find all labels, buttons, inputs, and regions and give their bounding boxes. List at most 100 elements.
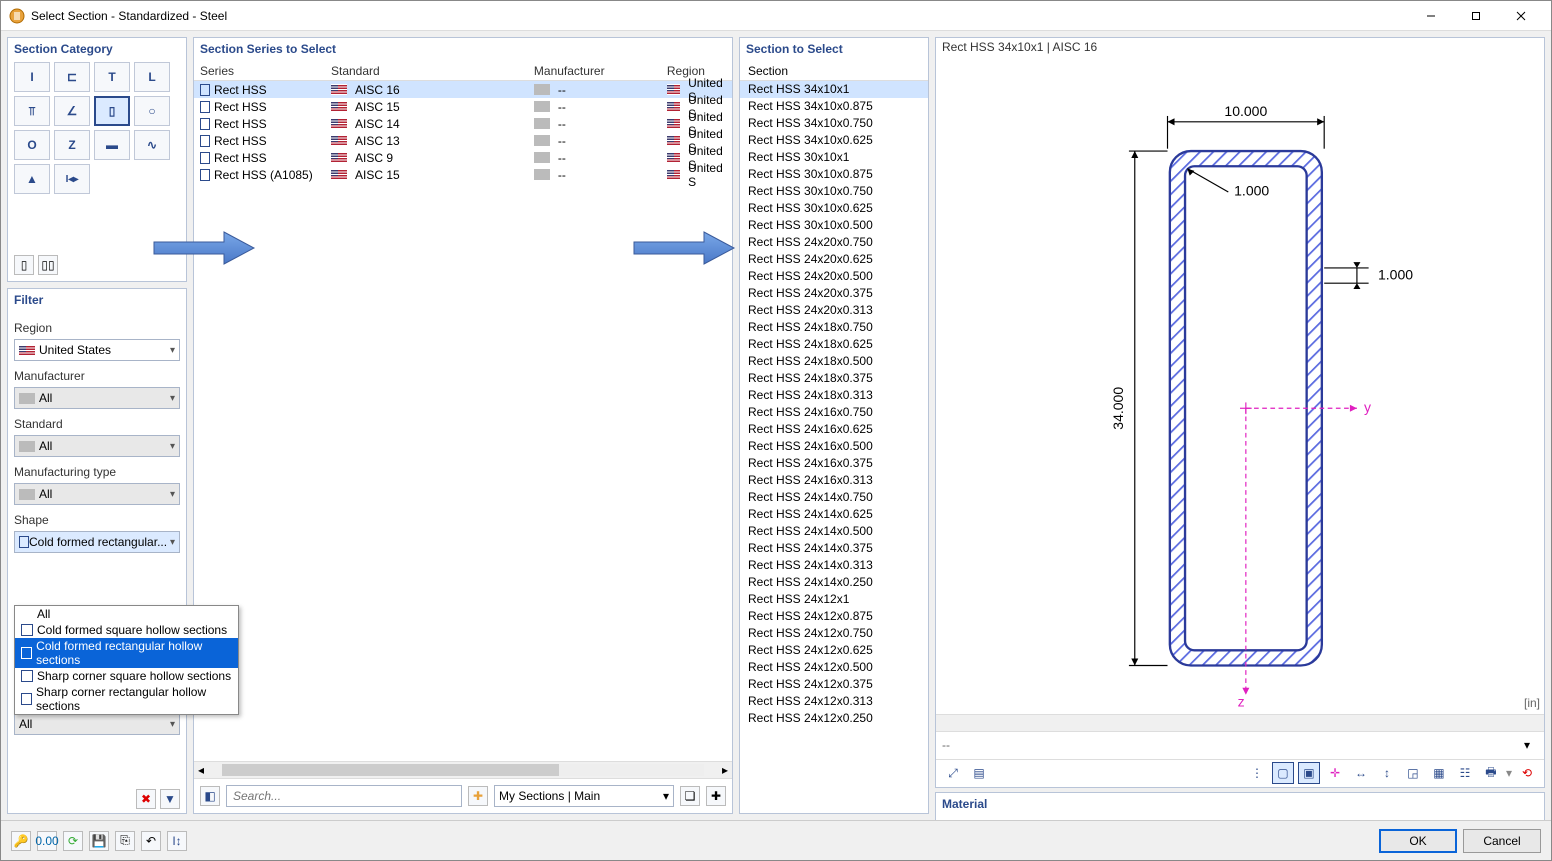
tb-show-outline-icon[interactable]: ▢ bbox=[1272, 762, 1294, 784]
section-item[interactable]: Rect HSS 24x16x0.313 bbox=[740, 472, 928, 489]
tb-orient-icon[interactable]: ⤢ bbox=[942, 762, 964, 784]
section-item[interactable]: Rect HSS 24x18x0.625 bbox=[740, 336, 928, 353]
cat-zee[interactable]: Z bbox=[54, 130, 90, 160]
cat-view-single-icon[interactable]: ▯ bbox=[14, 255, 34, 275]
shape-option[interactable]: Cold formed rectangular hollow sections bbox=[15, 638, 238, 668]
ok-button[interactable]: OK bbox=[1379, 829, 1457, 853]
section-item[interactable]: Rect HSS 24x18x0.750 bbox=[740, 319, 928, 336]
section-item[interactable]: Rect HSS 24x14x0.250 bbox=[740, 574, 928, 591]
section-item[interactable]: Rect HSS 24x12x0.313 bbox=[740, 693, 928, 710]
section-item[interactable]: Rect HSS 34x10x0.750 bbox=[740, 115, 928, 132]
section-item[interactable]: Rect HSS 30x10x1 bbox=[740, 149, 928, 166]
section-item[interactable]: Rect HSS 24x12x0.500 bbox=[740, 659, 928, 676]
section-item[interactable]: Rect HSS 24x14x0.313 bbox=[740, 557, 928, 574]
tb-reset-icon[interactable]: ⟲ bbox=[1516, 762, 1538, 784]
tb-dims-points-icon[interactable]: ⋮ bbox=[1246, 762, 1268, 784]
series-hscroll[interactable]: ◂▸ bbox=[194, 761, 732, 778]
ft-help-icon[interactable]: 🔑 bbox=[11, 831, 31, 851]
section-item[interactable]: Rect HSS 30x10x0.625 bbox=[740, 200, 928, 217]
shape-select[interactable]: Cold formed rectangular...▾ bbox=[14, 531, 180, 553]
section-item[interactable]: Rect HSS 30x10x0.750 bbox=[740, 183, 928, 200]
section-item[interactable]: Rect HSS 24x20x0.625 bbox=[740, 251, 928, 268]
fav-new-icon[interactable]: ✚ bbox=[706, 786, 726, 806]
series-row[interactable]: Rect HSS AISC 13 -- United S bbox=[194, 132, 732, 149]
section-item[interactable]: Rect HSS 24x18x0.375 bbox=[740, 370, 928, 387]
manufacturer-select[interactable]: All▾ bbox=[14, 387, 180, 409]
section-item[interactable]: Rect HSS 34x10x0.875 bbox=[740, 98, 928, 115]
standard-select[interactable]: All▾ bbox=[14, 435, 180, 457]
series-row[interactable]: Rect HSS AISC 14 -- United S bbox=[194, 115, 732, 132]
shape-option[interactable]: All bbox=[15, 606, 238, 622]
tb-print-icon[interactable]: 🖶 bbox=[1480, 762, 1502, 784]
series-tool-icon[interactable]: ◧ bbox=[200, 786, 220, 806]
cat-angle[interactable]: L bbox=[134, 62, 170, 92]
ft-undo-icon[interactable]: ↶ bbox=[141, 831, 161, 851]
section-item[interactable]: Rect HSS 24x18x0.500 bbox=[740, 353, 928, 370]
section-item[interactable]: Rect HSS 24x20x0.313 bbox=[740, 302, 928, 319]
maximize-button[interactable] bbox=[1453, 2, 1498, 30]
section-item[interactable]: Rect HSS 34x10x1 bbox=[740, 81, 928, 98]
cat-bulb[interactable]: ▲ bbox=[14, 164, 50, 194]
region-select[interactable]: United States▾ bbox=[14, 339, 180, 361]
section-item[interactable]: Rect HSS 24x16x0.500 bbox=[740, 438, 928, 455]
minimize-button[interactable] bbox=[1408, 2, 1453, 30]
ft-ibeam-icon[interactable]: I↕ bbox=[167, 831, 187, 851]
cat-channel[interactable]: ⊏ bbox=[54, 62, 90, 92]
ft-refresh-icon[interactable]: ⟳ bbox=[63, 831, 83, 851]
series-row[interactable]: Rect HSS AISC 15 -- United S bbox=[194, 98, 732, 115]
series-row[interactable]: Rect HSS (A1085) AISC 15 -- United S bbox=[194, 166, 732, 183]
section-item[interactable]: Rect HSS 24x16x0.750 bbox=[740, 404, 928, 421]
section-item[interactable]: Rect HSS 24x12x0.625 bbox=[740, 642, 928, 659]
section-list[interactable]: Rect HSS 34x10x1Rect HSS 34x10x0.875Rect… bbox=[740, 81, 928, 813]
section-item[interactable]: Rect HSS 24x12x0.750 bbox=[740, 625, 928, 642]
shape-option[interactable]: Sharp corner square hollow sections bbox=[15, 668, 238, 684]
close-button[interactable] bbox=[1498, 2, 1543, 30]
cat-corrugated[interactable]: ∿ bbox=[134, 130, 170, 160]
search-input[interactable] bbox=[226, 785, 462, 807]
section-item[interactable]: Rect HSS 24x12x0.375 bbox=[740, 676, 928, 693]
shape-option[interactable]: Cold formed square hollow sections bbox=[15, 622, 238, 638]
section-item[interactable]: Rect HSS 24x14x0.500 bbox=[740, 523, 928, 540]
my-sections-select[interactable]: My Sections | Main▾ bbox=[494, 785, 674, 807]
shape-option[interactable]: Sharp corner rectangular hollow sections bbox=[15, 684, 238, 714]
section-item[interactable]: Rect HSS 24x12x0.875 bbox=[740, 608, 928, 625]
tb-axes-icon[interactable]: ✛ bbox=[1324, 762, 1346, 784]
section-item[interactable]: Rect HSS 24x18x0.313 bbox=[740, 387, 928, 404]
cat-view-double-icon[interactable]: ▯▯ bbox=[38, 255, 58, 275]
series-row[interactable]: Rect HSS AISC 16 -- United S bbox=[194, 81, 732, 98]
section-item[interactable]: Rect HSS 24x16x0.375 bbox=[740, 455, 928, 472]
cat-i-beam[interactable]: I bbox=[14, 62, 50, 92]
cat-built-up[interactable]: I◂▸ bbox=[54, 164, 90, 194]
ft-copy-icon[interactable]: ⎘ bbox=[115, 831, 135, 851]
tb-show-section-icon[interactable]: ▣ bbox=[1298, 762, 1320, 784]
add-section-icon[interactable]: ✚ bbox=[468, 786, 488, 806]
section-note-select[interactable]: All▾ bbox=[14, 713, 180, 735]
tb-height-dim-icon[interactable]: ↕ bbox=[1376, 762, 1398, 784]
mfg-type-select[interactable]: All▾ bbox=[14, 483, 180, 505]
section-item[interactable]: Rect HSS 24x14x0.625 bbox=[740, 506, 928, 523]
cancel-button[interactable]: Cancel bbox=[1463, 829, 1541, 853]
preview-hscroll[interactable] bbox=[936, 714, 1544, 731]
section-item[interactable]: Rect HSS 24x20x0.375 bbox=[740, 285, 928, 302]
cat-round-hollow[interactable]: ○ bbox=[134, 96, 170, 126]
ft-units-icon[interactable]: 0.00 bbox=[37, 831, 57, 851]
tb-width-dim-icon[interactable]: ↔ bbox=[1350, 762, 1372, 784]
section-item[interactable]: Rect HSS 24x20x0.500 bbox=[740, 268, 928, 285]
section-item[interactable]: Rect HSS 30x10x0.500 bbox=[740, 217, 928, 234]
tb-corner-icon[interactable]: ◲ bbox=[1402, 762, 1424, 784]
filter-apply-icon[interactable]: ▼ bbox=[160, 789, 180, 809]
cat-hollow-rect[interactable]: ▯ bbox=[94, 96, 130, 126]
section-item[interactable]: Rect HSS 24x16x0.625 bbox=[740, 421, 928, 438]
tb-values-icon[interactable]: ☷ bbox=[1454, 762, 1476, 784]
tb-grid-icon[interactable]: ▦ bbox=[1428, 762, 1450, 784]
filter-clear-icon[interactable]: ✖ bbox=[136, 789, 156, 809]
cat-double-angle[interactable]: ∠ bbox=[54, 96, 90, 126]
series-row[interactable]: Rect HSS AISC 9 -- United S bbox=[194, 149, 732, 166]
section-item[interactable]: Rect HSS 34x10x0.625 bbox=[740, 132, 928, 149]
tb-layer-icon[interactable]: ▤ bbox=[968, 762, 990, 784]
cat-double-tee[interactable]: ⫪ bbox=[14, 96, 50, 126]
section-item[interactable]: Rect HSS 24x14x0.375 bbox=[740, 540, 928, 557]
cat-tee[interactable]: T bbox=[94, 62, 130, 92]
fav-add-icon[interactable]: ❏ bbox=[680, 786, 700, 806]
section-item[interactable]: Rect HSS 24x12x0.250 bbox=[740, 710, 928, 727]
